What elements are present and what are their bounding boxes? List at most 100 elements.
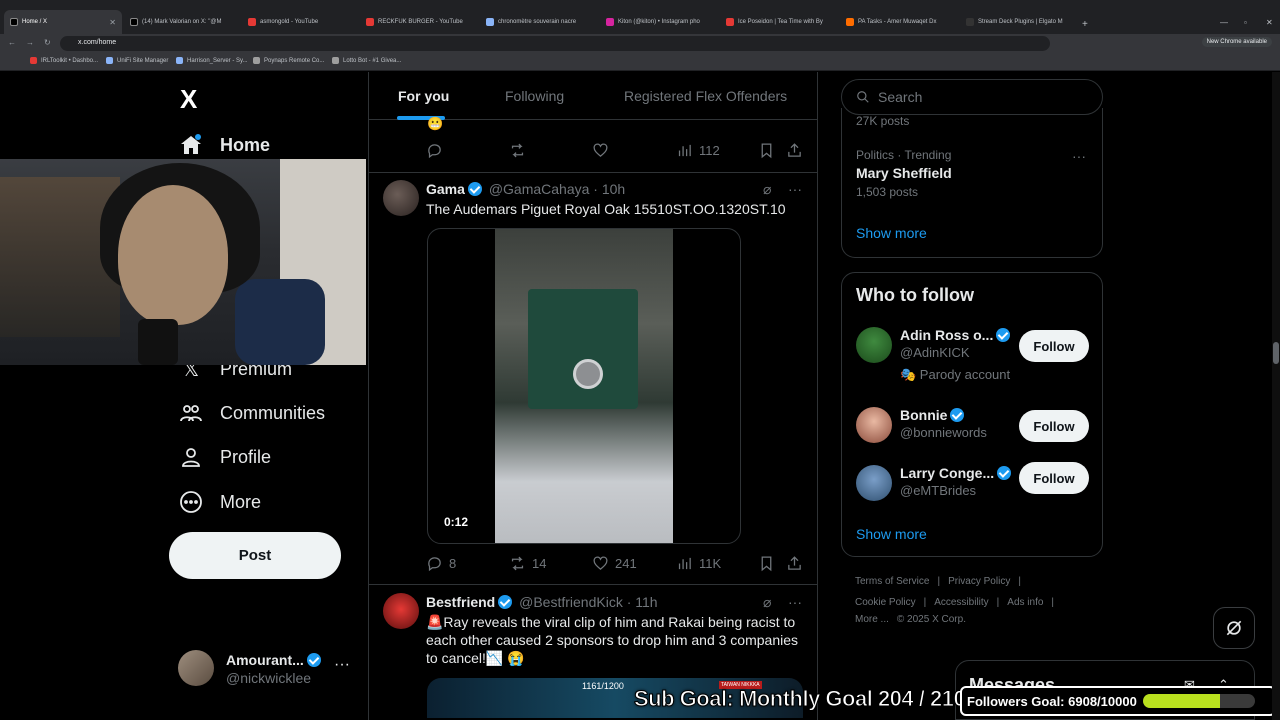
share-button[interactable] [786, 142, 803, 159]
more-dots-icon[interactable]: ··· [334, 656, 350, 674]
sidebar-item-more[interactable]: More [178, 489, 261, 515]
more-dots-icon[interactable]: ··· [1072, 148, 1086, 164]
bookmark-button[interactable] [758, 142, 775, 159]
bookmark-favicon-icon [332, 57, 339, 64]
tab-2[interactable]: (14) Mark Valorian on X: "@M [124, 12, 240, 32]
x-logo-icon[interactable]: X [180, 84, 197, 115]
tab-8[interactable]: PA Tasks - Amer Muwaqet Dx [840, 12, 958, 32]
tweet-author-handle[interactable]: @BestfriendKick [519, 594, 623, 610]
reply-button[interactable]: 8 [426, 555, 456, 572]
tab-following[interactable]: Following [505, 88, 564, 104]
x-favicon-icon [130, 18, 138, 26]
grok-button[interactable] [1213, 607, 1255, 649]
footer-link[interactable]: Terms of Service [855, 576, 929, 587]
bookmark-item[interactable]: Poynaps Remote Co... [253, 57, 324, 64]
url-input[interactable]: x.com/home [60, 36, 1050, 51]
like-button[interactable] [592, 142, 609, 159]
bookmark-item[interactable]: Harrison_Server - Sy... [176, 57, 248, 64]
repost-button[interactable] [509, 142, 526, 159]
follow-suggestion[interactable]: Larry Conge... @eMTBrides Follow [856, 462, 1096, 509]
tab-5[interactable]: chronomètre souverain nacre [480, 12, 598, 32]
repost-button[interactable]: 14 [509, 555, 546, 572]
follow-button[interactable]: Follow [1019, 462, 1089, 494]
footer-more-link[interactable]: More ... [855, 614, 889, 625]
follow-button[interactable]: Follow [1019, 330, 1089, 362]
follow-button[interactable]: Follow [1019, 410, 1089, 442]
footer-sep: | [1051, 597, 1055, 608]
views-count: 112 [699, 143, 720, 158]
tweet-actions: 8 14 241 11K [426, 555, 806, 575]
tweet-author-handle[interactable]: @GamaCahaya [489, 181, 590, 197]
like-button[interactable]: 241 [592, 555, 637, 572]
tweet-video[interactable]: 0:12 [427, 228, 741, 544]
footer-link[interactable]: Cookie Policy [855, 597, 916, 608]
footer-links: Cookie Policy | Accessibility | Ads info | [855, 597, 1062, 608]
maximize-button[interactable]: ▫ [1238, 12, 1253, 32]
like-count: 241 [615, 556, 637, 571]
sidebar-item-home[interactable]: Home [178, 132, 270, 158]
page-scrollbar[interactable] [1272, 72, 1280, 720]
copyright: © 2025 X Corp. [896, 614, 966, 625]
reply-button[interactable] [426, 142, 443, 159]
views-button[interactable]: 112 [676, 142, 720, 159]
avatar[interactable] [383, 593, 419, 629]
reply-count: 8 [449, 556, 457, 571]
more-dots-icon[interactable]: ··· [788, 181, 802, 197]
post-button[interactable]: Post [169, 532, 341, 579]
grok-icon[interactable]: ⌀ [763, 594, 771, 611]
tweet-author-name[interactable]: Gama [426, 181, 465, 197]
tab-for-you[interactable]: For you [398, 88, 449, 104]
elgato-favicon-icon [966, 18, 974, 26]
sidebar-item-communities[interactable]: Communities [178, 400, 325, 426]
youtube-favicon-icon [366, 18, 374, 26]
back-icon[interactable]: ← [8, 38, 16, 47]
more-dots-icon[interactable]: ··· [788, 594, 802, 610]
tweet-header: Bestfriend @BestfriendKick · 11h [426, 594, 658, 610]
bookmark-item[interactable]: UniFi Site Manager [106, 57, 168, 64]
new-chrome-badge[interactable]: New Chrome available [1201, 37, 1272, 47]
show-more-link[interactable]: Show more [856, 526, 927, 542]
tab-6[interactable]: Kiton (@kiton) • Instagram pho [600, 12, 718, 32]
account-switcher[interactable]: Amourant... @nickwicklee ··· [178, 648, 358, 688]
tweet-time[interactable]: · 10h [593, 181, 625, 197]
tab-3[interactable]: asmongold - YouTube [242, 12, 358, 32]
avatar[interactable] [383, 180, 419, 216]
bookmark-item[interactable]: IRLToolkit • Dashbo... [30, 57, 98, 64]
bookmark-button[interactable] [758, 555, 775, 572]
grok-icon[interactable]: ⌀ [763, 181, 771, 198]
footer-link[interactable]: Privacy Policy [948, 576, 1010, 587]
forward-icon[interactable]: → [26, 38, 34, 47]
reload-icon[interactable]: ↻ [44, 38, 51, 47]
heart-icon [593, 143, 608, 157]
follow-suggestion[interactable]: Adin Ross o... @AdinKICK 🎭 Parody accoun… [856, 327, 1096, 382]
tab-7[interactable]: Ice Poseidon | Tea Time with By [720, 12, 838, 32]
suggestion-name-text: Bonnie [900, 407, 948, 423]
webcam-microphone [138, 319, 178, 365]
tab-home[interactable]: Home / X ✕ [4, 10, 122, 34]
new-tab-button[interactable]: + [1076, 14, 1092, 34]
sidebar-item-profile[interactable]: Profile [178, 444, 271, 470]
tweet-author-name[interactable]: Bestfriend [426, 594, 495, 610]
tab-9[interactable]: Stream Deck Plugins | Elgato M [960, 12, 1074, 32]
share-button[interactable] [786, 555, 803, 572]
people-icon [178, 400, 204, 426]
show-more-link[interactable]: Show more [856, 225, 927, 241]
suggestion-handle: @bonniewords [900, 425, 987, 440]
bookmark-item[interactable]: Lotto Bot - #1 Givea... [332, 57, 401, 64]
follow-suggestion[interactable]: Bonnie @bonniewords Follow [856, 407, 1096, 451]
repost-count: 14 [532, 556, 547, 571]
footer-link[interactable]: Ads info [1007, 597, 1043, 608]
trend-name[interactable]: Mary Sheffield [856, 165, 952, 181]
scrollbar-thumb[interactable] [1273, 342, 1279, 364]
close-tab-icon[interactable]: ✕ [109, 18, 116, 27]
minimize-button[interactable]: — [1214, 12, 1234, 32]
tweet-time[interactable]: · 11h [627, 594, 658, 610]
tab-registered-flex-offenders[interactable]: Registered Flex Offenders [624, 88, 787, 104]
account-name-text: Amourant... [226, 652, 304, 668]
tab-4[interactable]: RECKFUK BURGER - YouTube [360, 12, 478, 32]
views-button[interactable]: 11K [676, 555, 721, 572]
views-icon [678, 557, 691, 570]
close-window-button[interactable]: ✕ [1260, 12, 1279, 32]
bookmark-icon [761, 143, 772, 159]
footer-link[interactable]: Accessibility [934, 597, 988, 608]
